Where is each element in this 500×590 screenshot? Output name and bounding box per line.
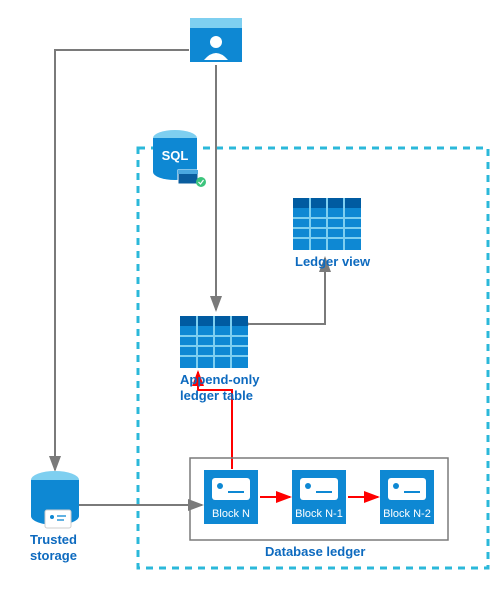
append-table-label: Append-only ledger table (180, 372, 259, 403)
block-n-label: Block N (204, 508, 258, 520)
ledger-view-label: Ledger view (295, 254, 370, 270)
ledger-view-icon (293, 198, 361, 250)
block-n2-label: Block N-2 (380, 508, 434, 520)
arrow-user-to-storage (55, 50, 189, 470)
user-icon (190, 18, 242, 62)
block-n1-label: Block N-1 (292, 508, 346, 520)
append-table-icon (180, 316, 248, 368)
trusted-storage-icon (31, 471, 79, 528)
sql-icon: SQL (153, 130, 206, 187)
trusted-storage-label: Trusted storage (30, 532, 77, 563)
sql-label: SQL (162, 148, 189, 163)
database-ledger-label: Database ledger (265, 544, 365, 560)
